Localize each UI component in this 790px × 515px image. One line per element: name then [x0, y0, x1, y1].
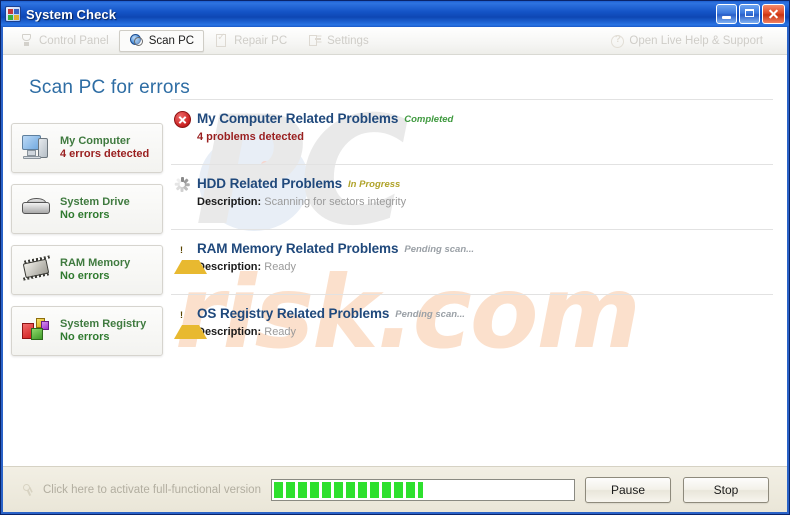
problem-status: In Progress: [348, 179, 401, 190]
warning-triangle-icon: [174, 243, 207, 274]
scan-progress-fill: [273, 481, 423, 498]
activate-full-version-label: Click here to activate full-functional v…: [43, 483, 261, 496]
tab-repair-pc-label: Repair PC: [234, 34, 288, 47]
problem-title: OS Registry Related Problems: [197, 306, 390, 321]
sidebar-item-my-computer-status: 4 errors detected: [60, 148, 150, 160]
problem-status: Completed: [404, 114, 454, 125]
maximize-button[interactable]: [739, 4, 760, 24]
problem-row-os-registry[interactable]: OS Registry Related Problems Pending scan…: [171, 294, 773, 359]
title-bar: System Check: [1, 1, 789, 27]
tab-control-panel[interactable]: Control Panel: [9, 30, 119, 52]
problem-description: Description: Ready: [197, 326, 773, 338]
tab-scan-pc-label: Scan PC: [148, 34, 195, 47]
app-logo-icon: [5, 6, 21, 22]
hard-drive-icon: [20, 193, 54, 225]
sidebar-item-ram-memory-title: RAM Memory: [60, 257, 131, 269]
sidebar-item-system-registry-title: System Registry: [60, 318, 147, 330]
application-window: System Check Control Panel Scan PC Repa: [0, 0, 790, 515]
sidebar-item-ram-memory[interactable]: RAM Memory No errors: [11, 245, 163, 295]
problem-description: Description: Ready: [197, 261, 773, 273]
problem-description-value: Ready: [264, 326, 297, 338]
sidebar-item-system-drive-status: No errors: [60, 209, 110, 221]
warning-triangle-icon: [174, 308, 207, 339]
problem-status: Pending scan...: [395, 309, 465, 320]
sidebar-item-my-computer-title: My Computer: [60, 135, 131, 147]
content-body: PC risk.com My Computer 4 errors detecte…: [3, 99, 787, 466]
help-icon: [611, 34, 625, 48]
minimize-button[interactable]: [716, 4, 737, 24]
problem-title: RAM Memory Related Problems: [197, 241, 399, 256]
problem-row-hdd[interactable]: HDD Related Problems In Progress Descript…: [171, 164, 773, 229]
status-bar: Click here to activate full-functional v…: [3, 466, 787, 512]
sidebar-item-system-drive[interactable]: System Drive No errors: [11, 184, 163, 234]
tab-repair-pc[interactable]: Repair PC: [204, 30, 297, 52]
stop-button[interactable]: Stop: [683, 476, 769, 503]
page-title: Scan PC for errors: [29, 77, 190, 98]
sidebar-item-system-registry[interactable]: System Registry No errors: [11, 306, 163, 356]
problem-description-value: Scanning for sectors integrity: [264, 196, 407, 208]
tab-scan-pc[interactable]: Scan PC: [118, 29, 205, 52]
scan-controls: Pause Stop: [585, 476, 775, 503]
window-title: System Check: [26, 6, 117, 22]
tab-control-panel-label: Control Panel: [39, 34, 109, 47]
problem-description: Description: Scanning for sectors integr…: [197, 196, 773, 208]
problem-description-label: Description:: [197, 196, 262, 208]
error-circle-icon: [174, 111, 191, 128]
close-button[interactable]: [762, 4, 785, 24]
sidebar-item-my-computer[interactable]: My Computer 4 errors detected: [11, 123, 163, 173]
window-controls: [716, 4, 787, 24]
problem-description: 4 problems detected: [197, 131, 773, 143]
computer-icon: [20, 132, 54, 164]
problem-title: HDD Related Problems: [197, 176, 343, 191]
activate-full-version-link[interactable]: Click here to activate full-functional v…: [15, 483, 261, 496]
scan-pc-icon: [129, 33, 144, 48]
problem-row-my-computer[interactable]: My Computer Related Problems Completed 4 …: [171, 99, 773, 164]
sidebar-item-system-registry-status: No errors: [60, 331, 110, 343]
tab-settings[interactable]: Settings: [297, 30, 379, 52]
open-live-help-label: Open Live Help & Support: [629, 35, 763, 47]
problem-description-value: Ready: [264, 261, 297, 273]
ram-chip-icon: [20, 254, 54, 286]
settings-icon: [307, 33, 322, 48]
problem-row-ram[interactable]: RAM Memory Related Problems Pending scan.…: [171, 229, 773, 294]
problem-list: My Computer Related Problems Completed 4 …: [171, 99, 787, 466]
toolbar: Control Panel Scan PC Repair PC Settings…: [3, 27, 787, 55]
pause-button[interactable]: Pause: [585, 476, 671, 503]
busy-spinner-icon: [174, 176, 191, 193]
open-live-help-button[interactable]: Open Live Help & Support: [601, 30, 773, 52]
scan-progress-bar: [270, 478, 575, 501]
key-icon: [23, 483, 36, 496]
registry-blocks-icon: [20, 315, 54, 347]
problem-status: Pending scan...: [404, 244, 475, 255]
sidebar-item-ram-memory-status: No errors: [60, 270, 110, 282]
tab-settings-label: Settings: [327, 34, 369, 47]
control-panel-icon: [19, 33, 34, 48]
problem-description-value: 4 problems detected: [197, 131, 304, 143]
client-area: Control Panel Scan PC Repair PC Settings…: [3, 27, 787, 512]
sidebar: My Computer 4 errors detected System Dri…: [3, 99, 171, 466]
repair-pc-icon: [214, 32, 229, 48]
sidebar-item-system-drive-title: System Drive: [60, 196, 130, 208]
problem-title: My Computer Related Problems: [197, 111, 399, 126]
